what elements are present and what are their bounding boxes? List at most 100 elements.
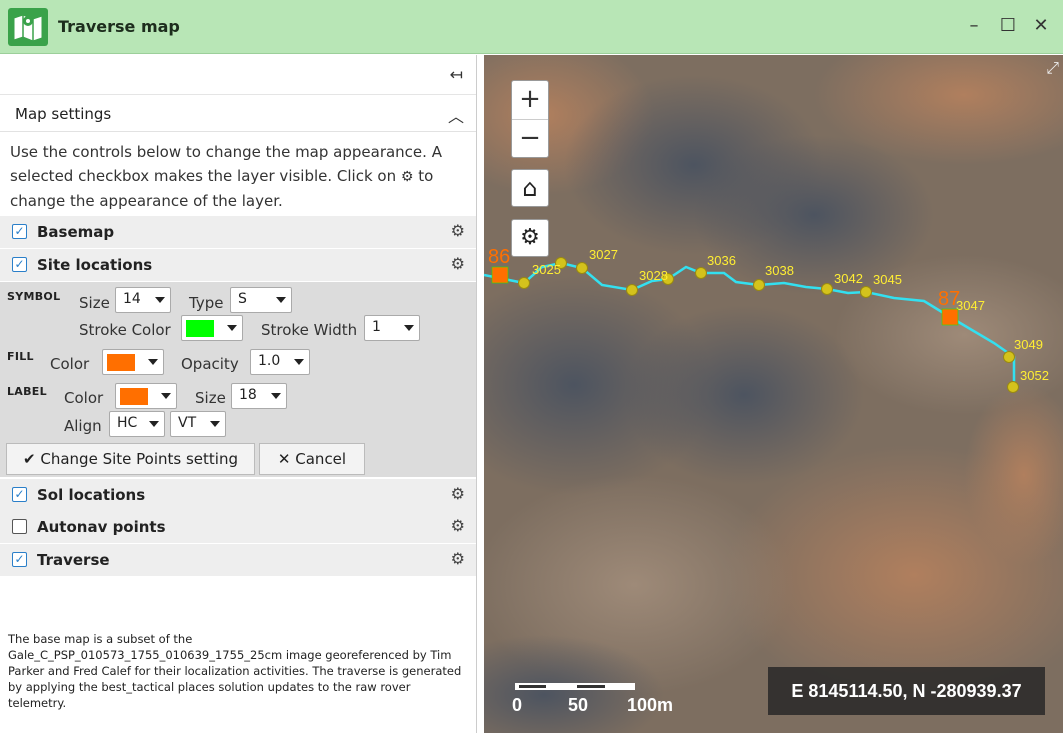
collapse-row: ↤	[0, 55, 476, 95]
fill-color-swatch	[107, 354, 135, 371]
sol-point[interactable]	[821, 283, 833, 295]
layer-label: Traverse	[37, 551, 110, 569]
chevron-down-icon	[155, 297, 165, 303]
settings-panel: ↤ Map settings ︿ Use the controls below …	[0, 55, 477, 733]
sol-label: 3052	[1020, 368, 1049, 383]
gear-icon[interactable]: ⚙	[451, 549, 465, 568]
basemap-footnote: The base map is a subset of the Gale_C_P…	[8, 632, 462, 710]
align-label: Align	[64, 417, 102, 435]
sol-point[interactable]	[1003, 351, 1015, 363]
title-bar: Traverse map – ☐ ✕	[0, 0, 1063, 54]
sol-label: 3049	[1014, 337, 1043, 352]
sol-label: 3045	[873, 272, 902, 287]
gear-icon: ⚙	[400, 169, 414, 185]
symbol-type-select[interactable]: S	[230, 287, 292, 313]
stroke-color-swatch	[186, 320, 214, 337]
satellite-basemap: 3025 3027 3028 3036 3038 3042 3045 3047 3049 3052…	[484, 55, 1063, 733]
sol-point[interactable]	[860, 286, 872, 298]
cursor-coordinates: E 8145114.50, N -280939.37	[768, 667, 1045, 715]
layer-sol-locations[interactable]: ✓ Sol locations ⚙	[0, 479, 476, 511]
chevron-up-icon[interactable]: ︿	[448, 103, 464, 127]
close-button[interactable]: ✕	[1029, 14, 1053, 38]
layer-site-locations[interactable]: ✓ Site locations ⚙	[0, 249, 476, 281]
layer-label: Sol locations	[37, 486, 146, 504]
autonav-points-checkbox[interactable]: ✓	[12, 519, 27, 534]
align-vertical-select[interactable]: VT	[170, 411, 226, 437]
intro-text: Use the controls below to change the map…	[10, 143, 442, 210]
gear-icon[interactable]: ⚙	[451, 484, 465, 503]
scale-label: 50	[568, 695, 589, 715]
fill-color-label: Color	[50, 355, 90, 373]
expand-icon[interactable]: ⤢	[1046, 58, 1059, 78]
check-icon: ✔	[23, 450, 36, 468]
chevron-down-icon	[404, 325, 414, 331]
sol-label: 3027	[589, 247, 618, 262]
map-settings-header[interactable]: Map settings ︿	[0, 96, 476, 132]
home-button[interactable]: ⌂	[511, 169, 549, 207]
maximize-button[interactable]: ☐	[996, 14, 1020, 38]
section-title: Map settings	[15, 105, 112, 123]
cancel-button[interactable]: ✕ Cancel	[259, 443, 365, 475]
sol-label: 3036	[707, 253, 736, 268]
size-label: Size	[79, 294, 110, 312]
label-color-label: Color	[64, 389, 104, 407]
site-locations-checkbox[interactable]: ✓	[12, 257, 27, 272]
layer-traverse[interactable]: ✓ Traverse ⚙	[0, 544, 476, 576]
zoom-control: + −	[511, 80, 549, 158]
traverse-checkbox[interactable]: ✓	[12, 552, 27, 567]
opacity-label: Opacity	[181, 355, 239, 373]
fill-color-picker[interactable]	[102, 349, 164, 375]
sol-label: 3028	[639, 268, 668, 283]
chevron-down-icon	[227, 325, 237, 331]
sol-label: 3025	[532, 262, 561, 277]
fill-group-label: FILL	[7, 350, 34, 363]
map-view[interactable]: 3025 3027 3028 3036 3038 3042 3045 3047 3049 3052…	[484, 55, 1063, 733]
opacity-select[interactable]: 1.0	[250, 349, 310, 375]
gear-icon[interactable]: ⚙	[451, 221, 465, 240]
site-points-settings: SYMBOL Size 14 Type S Stroke Color Strok…	[0, 282, 476, 477]
sol-point[interactable]	[1007, 381, 1019, 393]
stroke-color-picker[interactable]	[181, 315, 243, 341]
label-size-label: Size	[195, 389, 226, 407]
sol-label: 3038	[765, 263, 794, 278]
sol-label: 3047	[956, 298, 985, 313]
layer-autonav-points[interactable]: ✓ Autonav points ⚙	[0, 511, 476, 543]
sol-point[interactable]	[576, 262, 588, 274]
label-group-label: LABEL	[7, 385, 47, 398]
minimize-button[interactable]: –	[962, 14, 986, 38]
gear-icon[interactable]: ⚙	[451, 254, 465, 273]
map-app-icon	[8, 8, 48, 46]
stroke-width-select[interactable]: 1	[364, 315, 420, 341]
label-size-select[interactable]: 18	[231, 383, 287, 409]
change-site-points-button[interactable]: ✔ Change Site Points setting	[6, 443, 255, 475]
chevron-down-icon	[210, 421, 220, 427]
close-icon: ✕	[277, 450, 291, 468]
basemap-checkbox[interactable]: ✓	[12, 224, 27, 239]
type-label: Type	[189, 294, 224, 312]
stroke-width-label: Stroke Width	[261, 321, 358, 339]
zoom-out-button[interactable]: −	[512, 120, 548, 158]
sol-locations-checkbox[interactable]: ✓	[12, 487, 27, 502]
stroke-color-label: Stroke Color	[79, 321, 171, 339]
site-label: 87	[938, 288, 960, 310]
chevron-down-icon	[161, 393, 171, 399]
chevron-down-icon	[294, 359, 304, 365]
site-marker[interactable]	[491, 266, 509, 284]
zoom-in-button[interactable]: +	[512, 81, 548, 119]
sol-point[interactable]	[518, 277, 530, 289]
sol-point[interactable]	[626, 284, 638, 296]
map-settings-button[interactable]: ⚙	[511, 219, 549, 257]
layer-basemap[interactable]: ✓ Basemap ⚙	[0, 216, 476, 248]
sol-label: 3042	[834, 271, 863, 286]
label-color-picker[interactable]	[115, 383, 177, 409]
symbol-size-select[interactable]: 14	[115, 287, 171, 313]
layer-label: Basemap	[37, 223, 115, 241]
align-horizontal-select[interactable]: HC	[109, 411, 165, 437]
sol-point[interactable]	[753, 279, 765, 291]
collapse-panel-icon[interactable]: ↤	[450, 65, 463, 84]
window-title: Traverse map	[58, 17, 180, 36]
gear-icon[interactable]: ⚙	[451, 516, 465, 535]
site-marker[interactable]	[941, 308, 959, 326]
sol-point[interactable]	[695, 267, 707, 279]
layer-label: Autonav points	[37, 518, 166, 536]
